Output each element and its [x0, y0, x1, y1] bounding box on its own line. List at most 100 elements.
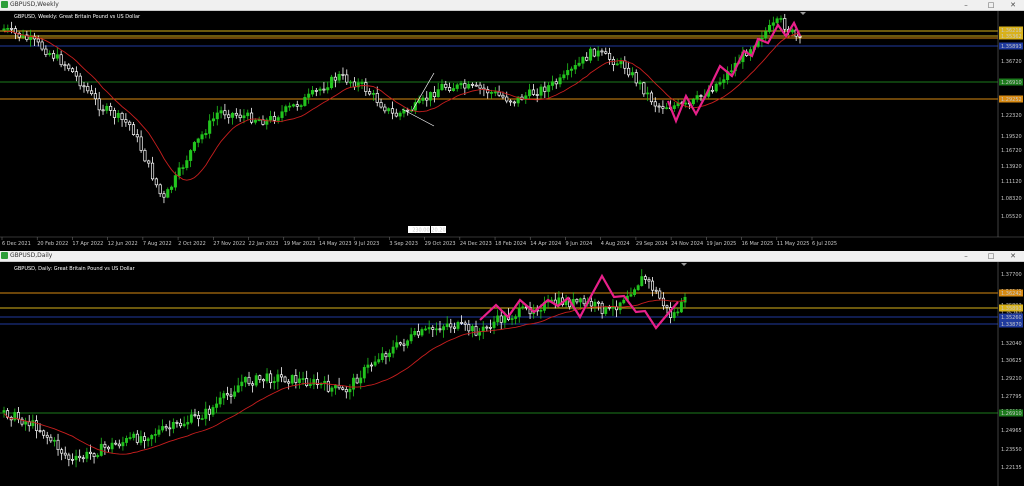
candle-bull: [153, 434, 157, 436]
candle-bull: [695, 95, 699, 100]
time-axis-label: 27 Nov 2022: [213, 241, 245, 247]
weekly-chart-window[interactable]: GBPUSD,Weekly – □ ✕ GBPUSD, Weekly: Grea…: [0, 0, 1024, 251]
candle-bull: [496, 315, 500, 323]
candle-bear: [543, 86, 547, 92]
candle-bear: [699, 95, 703, 97]
price-axis-label: 1.05520: [1001, 214, 1022, 220]
candle-bull: [352, 377, 355, 390]
candle-bull: [539, 86, 543, 96]
candle-bull: [6, 28, 10, 30]
candle-bull: [672, 312, 676, 318]
candle-bull: [640, 276, 644, 287]
candle-bear: [607, 306, 611, 309]
candle-bull: [436, 89, 440, 98]
candle-bull: [211, 407, 215, 415]
maximize-button[interactable]: □: [980, 0, 1002, 10]
candle-bull: [539, 309, 543, 312]
time-axis-label: 19 Jan 2025: [706, 241, 736, 247]
maximize-button[interactable]: □: [980, 251, 1002, 261]
weekly-chart-canvas[interactable]: GBPUSD, Weekly: Great Britain Pound vs U…: [0, 11, 1024, 251]
candle-bear: [250, 112, 254, 123]
time-axis-label: 12 Jun 2022: [108, 241, 138, 247]
candle-bear: [63, 64, 67, 67]
minimize-button[interactable]: –: [955, 0, 977, 10]
candle-bear: [223, 110, 227, 116]
shift-marker-icon: [800, 12, 806, 15]
candle-bear: [45, 434, 49, 438]
candle-bull: [146, 438, 150, 441]
candle-bear: [647, 279, 651, 282]
candle-bull: [588, 48, 593, 61]
candle-bull: [215, 403, 219, 408]
candle-bear: [112, 110, 116, 118]
candle-bear: [143, 150, 147, 162]
candle-bear: [109, 105, 113, 111]
candle-bear: [643, 276, 647, 280]
daily-chart-canvas[interactable]: GBPUSD, Daily: Great Britain Pound vs US…: [0, 262, 1024, 486]
candle-bull: [470, 326, 474, 332]
candle-bull: [310, 90, 315, 95]
candle-bull: [170, 186, 174, 190]
candle-bear: [92, 453, 96, 457]
candle-bull: [456, 322, 460, 329]
candle-bull: [451, 88, 455, 91]
candle-bear: [82, 85, 86, 88]
candle-bull: [312, 379, 316, 385]
candle-bull: [429, 92, 433, 101]
weekly-window-titlebar[interactable]: GBPUSD,Weekly – □ ✕: [0, 0, 1024, 11]
candle-bull: [157, 429, 161, 435]
candle-bear: [114, 442, 118, 445]
candle-bull: [360, 82, 364, 84]
candle-bear: [651, 280, 655, 291]
candle-bear: [474, 326, 478, 336]
candle-bull: [528, 89, 532, 97]
daily-chart-window[interactable]: GBPUSD,Daily – □ ✕ GBPUSD, Daily: Great …: [0, 251, 1024, 486]
candle-bull: [427, 327, 431, 330]
candle-bull: [121, 442, 125, 447]
candle-bear: [51, 53, 56, 59]
candle-bear: [352, 81, 356, 88]
candle-bull: [633, 289, 637, 295]
candle-bull: [618, 302, 622, 311]
candle-bear: [783, 18, 787, 30]
candle-bear: [89, 451, 92, 454]
candle-bear: [287, 381, 291, 384]
candle-bull: [550, 81, 554, 86]
candle-bull: [593, 301, 597, 307]
candle-bear: [499, 315, 503, 323]
candle-bear: [463, 83, 467, 89]
candle-bear: [225, 393, 229, 396]
candle-bear: [120, 112, 124, 120]
minimize-button[interactable]: –: [955, 251, 977, 261]
candle-bear: [60, 449, 64, 454]
time-axis-label: 9 Jul 2023: [354, 241, 379, 247]
candle-bull: [284, 106, 288, 113]
candle-bull: [29, 36, 33, 40]
candle-bear: [78, 455, 82, 459]
close-button[interactable]: ✕: [1002, 0, 1024, 10]
candle-bear: [238, 114, 242, 119]
candle-bull: [308, 384, 312, 386]
candle-bear: [402, 343, 406, 346]
candle-bear: [10, 28, 14, 30]
time-axis-label: 22 Jan 2023: [249, 241, 279, 247]
daily-window-titlebar[interactable]: GBPUSD,Daily – □ ✕: [0, 251, 1024, 262]
candle-bear: [314, 90, 318, 92]
candle-bull: [150, 435, 154, 440]
shift-marker-icon: [681, 263, 687, 266]
candle-bull: [440, 83, 444, 91]
candle-bull: [307, 93, 311, 98]
candle-bear: [535, 94, 539, 96]
candle-bear: [269, 373, 273, 383]
candle-bull: [55, 54, 59, 59]
candle-bear: [207, 408, 211, 415]
daily-candles: [2, 269, 687, 468]
close-button[interactable]: ✕: [1002, 251, 1024, 261]
candle-bull: [638, 82, 642, 85]
candle-bull: [189, 414, 193, 423]
candle-bull: [96, 455, 100, 457]
candle-bear: [179, 422, 183, 427]
candle-bear: [103, 443, 107, 448]
price-axis-label: 1.11120: [1001, 179, 1022, 185]
chart-app-icon: [1, 252, 8, 259]
